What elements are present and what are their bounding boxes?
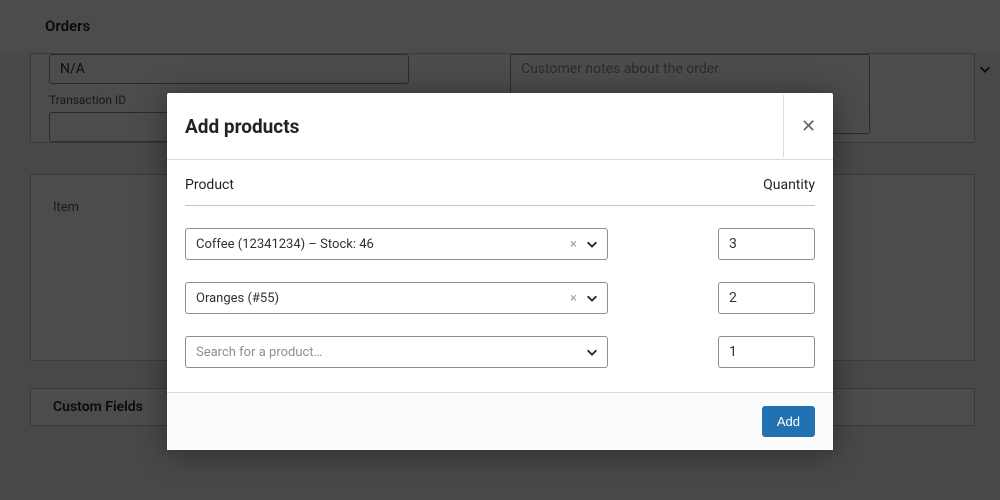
product-select[interactable]: Oranges (#55) ×	[185, 282, 608, 314]
modal-header: Add products ✕	[167, 93, 833, 160]
quantity-input[interactable]	[718, 282, 815, 314]
product-row: Coffee (12341234) – Stock: 46 ×	[185, 228, 815, 260]
product-select[interactable]: Search for a product…	[185, 336, 608, 368]
modal-footer: Add	[167, 392, 833, 450]
add-button[interactable]: Add	[762, 406, 815, 437]
product-row: Oranges (#55) ×	[185, 282, 815, 314]
product-column-header: Product	[185, 177, 234, 193]
modal-column-headers: Product Quantity	[185, 160, 815, 206]
product-select-value: Coffee (12341234) – Stock: 46	[196, 237, 374, 252]
product-select-value: Oranges (#55)	[196, 291, 279, 306]
chevron-down-icon	[585, 291, 599, 305]
quantity-input[interactable]	[718, 336, 815, 368]
close-button[interactable]: ✕	[783, 95, 833, 157]
clear-icon[interactable]: ×	[570, 237, 577, 252]
clear-icon[interactable]: ×	[570, 291, 577, 306]
modal-title: Add products	[167, 93, 299, 159]
product-row: Search for a product…	[185, 336, 815, 368]
add-products-modal: Add products ✕ Product Quantity Coffee (…	[167, 93, 833, 450]
quantity-input[interactable]	[718, 228, 815, 260]
modal-body: Product Quantity Coffee (12341234) – Sto…	[167, 160, 833, 392]
chevron-down-icon	[585, 237, 599, 251]
close-icon: ✕	[801, 116, 816, 137]
quantity-column-header: Quantity	[763, 177, 815, 193]
chevron-down-icon	[585, 345, 599, 359]
product-select[interactable]: Coffee (12341234) – Stock: 46 ×	[185, 228, 608, 260]
product-select-placeholder: Search for a product…	[196, 345, 322, 360]
